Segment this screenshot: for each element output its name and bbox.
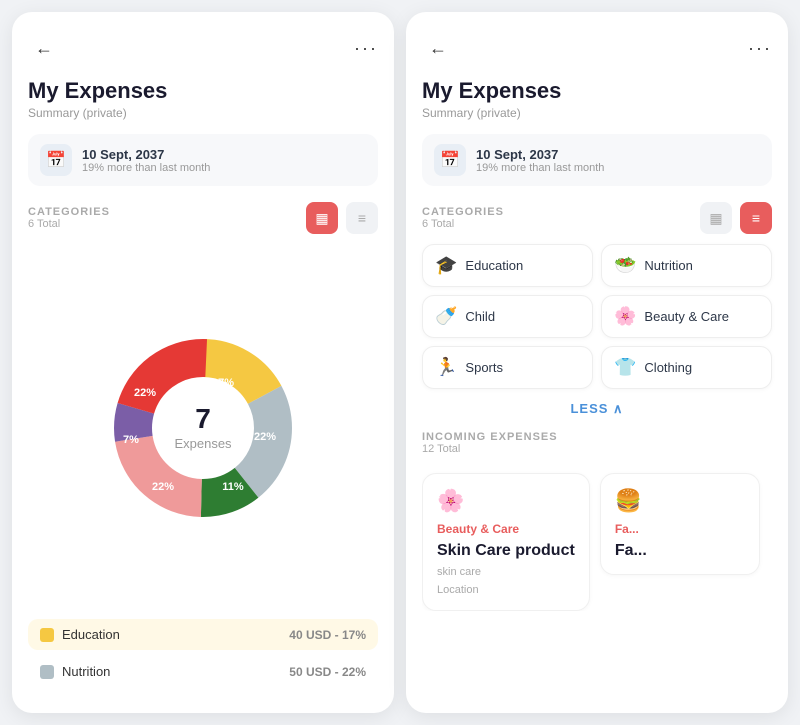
category-name-child: Child [465,309,495,324]
category-chip-nutrition[interactable]: 🥗 Nutrition [601,244,772,287]
left-date: 10 Sept, 2037 [82,147,210,162]
incoming-card-beauty: 🌸 Beauty & Care Skin Care product skin c… [422,465,590,611]
category-chip-sports[interactable]: 🏃 Sports [422,346,593,389]
right-category-grid: 🎓 Education 🥗 Nutrition 🍼 Child 🌸 Beauty… [422,244,772,389]
right-page-subtitle: Summary (private) [422,106,772,120]
legend-dot-nutrition [40,665,54,679]
right-chart-view-btn[interactable]: ▦ [700,202,732,234]
category-name-education: Education [465,258,523,273]
child-icon: 🍼 [435,306,457,327]
svg-text:7%: 7% [123,434,139,446]
incoming-card-second: 🍔 Fa... Fa... [600,465,760,611]
category-chip-clothing[interactable]: 👕 Clothing [601,346,772,389]
right-more-button[interactable]: ··· [748,38,772,59]
less-button[interactable]: LESS ∧ [422,401,772,417]
right-date-row: 📅 10 Sept, 2037 19% more than last month [422,134,772,186]
legend-item-education[interactable]: Education 40 USD - 17% [28,619,378,650]
incoming-beauty-location: Location [437,584,575,596]
left-categories-label: CATEGORIES [28,206,110,218]
beauty-icon: 🌸 [614,306,636,327]
left-back-button[interactable]: ← [28,32,60,64]
right-calendar-icon: 📅 [434,144,466,176]
right-date-sub: 19% more than last month [476,162,604,174]
incoming-card-beauty-content[interactable]: 🌸 Beauty & Care Skin Care product skin c… [422,473,590,611]
right-incoming-header: INCOMING EXPENSES 12 Total [422,431,772,455]
left-top-bar: ← ··· [28,32,378,64]
legend-dot-education [40,628,54,642]
right-back-button[interactable]: ← [422,32,454,64]
incoming-beauty-sub: skin care [437,566,575,578]
sports-icon: 🏃 [435,357,457,378]
left-page-title: My Expenses [28,78,378,104]
right-categories-total: 6 Total [422,218,504,230]
left-page-subtitle: Summary (private) [28,106,378,120]
left-date-sub: 19% more than last month [82,162,210,174]
incoming-second-icon: 🍔 [615,488,745,514]
left-section-header: CATEGORIES 6 Total ▦ ≡ [28,202,378,234]
left-donut-chart: 17% 22% 11% 22% 7% 22% 7 Expenses [28,252,378,603]
left-calendar-icon: 📅 [40,144,72,176]
legend-name-education: Education [62,627,289,642]
incoming-beauty-category: Beauty & Care [437,522,575,536]
category-chip-education[interactable]: 🎓 Education [422,244,593,287]
right-page-title: My Expenses [422,78,772,104]
education-icon: 🎓 [435,255,457,276]
right-top-bar: ← ··· [422,32,772,64]
left-panel: ← ··· My Expenses Summary (private) 📅 10… [12,12,394,713]
left-more-button[interactable]: ··· [354,38,378,59]
donut-center: 7 Expenses [174,403,231,453]
donut-label: Expenses [174,436,231,451]
incoming-total: 12 Total [422,443,558,455]
legend-name-nutrition: Nutrition [62,664,289,679]
left-chart-view-btn[interactable]: ▦ [306,202,338,234]
category-chip-beauty[interactable]: 🌸 Beauty & Care [601,295,772,338]
right-categories-label: CATEGORIES [422,206,504,218]
left-categories-total: 6 Total [28,218,110,230]
svg-text:22%: 22% [152,481,174,493]
incoming-beauty-title: Skin Care product [437,542,575,560]
legend-item-nutrition[interactable]: Nutrition 50 USD - 22% [28,656,378,687]
svg-text:11%: 11% [222,481,244,493]
category-name-nutrition: Nutrition [644,258,692,273]
incoming-beauty-icon: 🌸 [437,488,575,514]
nutrition-icon: 🥗 [614,255,636,276]
right-section-header: CATEGORIES 6 Total ▦ ≡ [422,202,772,234]
donut-number: 7 [174,403,231,435]
svg-text:22%: 22% [254,431,276,443]
left-view-toggle: ▦ ≡ [306,202,378,234]
svg-text:22%: 22% [134,387,156,399]
clothing-icon: 👕 [614,357,636,378]
incoming-card-second-content[interactable]: 🍔 Fa... Fa... [600,473,760,575]
incoming-cards-scroll: 🌸 Beauty & Care Skin Care product skin c… [422,465,772,611]
right-view-toggle: ▦ ≡ [700,202,772,234]
legend-value-education: 40 USD - 17% [289,628,366,642]
category-name-sports: Sports [465,360,503,375]
category-name-beauty: Beauty & Care [644,309,729,324]
incoming-label: INCOMING EXPENSES [422,431,558,443]
category-chip-child[interactable]: 🍼 Child [422,295,593,338]
right-date: 10 Sept, 2037 [476,147,604,162]
left-legend: Education 40 USD - 17% Nutrition 50 USD … [28,619,378,693]
right-panel: ← ··· My Expenses Summary (private) 📅 10… [406,12,788,713]
left-date-row: 📅 10 Sept, 2037 19% more than last month [28,134,378,186]
legend-value-nutrition: 50 USD - 22% [289,665,366,679]
right-list-view-btn[interactable]: ≡ [740,202,772,234]
incoming-second-title: Fa... [615,542,745,560]
incoming-second-category: Fa... [615,522,745,536]
category-name-clothing: Clothing [644,360,692,375]
left-list-view-btn[interactable]: ≡ [346,202,378,234]
svg-text:17%: 17% [212,377,234,389]
